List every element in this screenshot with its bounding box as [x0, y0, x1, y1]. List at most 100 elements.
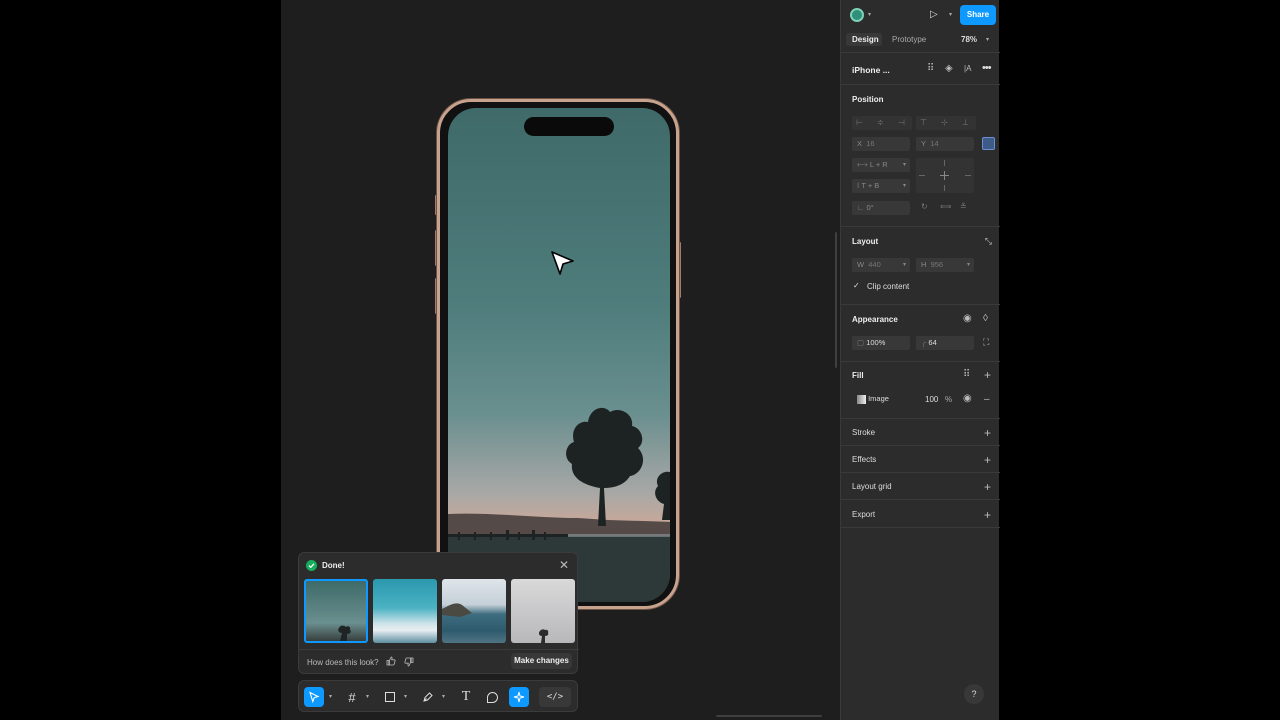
width-field[interactable]: W 440 ▾ [852, 258, 910, 272]
x-value: 16 [866, 139, 875, 148]
pen-tool-button[interactable] [418, 687, 438, 707]
rectangle-icon [385, 692, 395, 702]
stroke-title[interactable]: Stroke [852, 428, 875, 437]
tab-design[interactable]: Design [852, 35, 879, 44]
corner-radius-field[interactable]: ┌ 64 [916, 336, 974, 350]
zoom-level[interactable]: 78% [961, 35, 977, 44]
align-center-horizontal-icon[interactable]: ≑ [877, 118, 884, 127]
user-avatar[interactable] [850, 8, 864, 22]
move-tool-chevron-down-icon[interactable]: ▾ [329, 693, 332, 700]
align-right-icon[interactable]: ⊣ [898, 118, 905, 127]
width-value: 440 [868, 260, 881, 269]
align-left-icon[interactable]: ⊢ [856, 118, 863, 127]
present-chevron-down-icon[interactable]: ▾ [949, 11, 952, 18]
align-bottom-icon[interactable]: ⊥ [962, 118, 969, 127]
cursor-arrow-icon [309, 691, 320, 703]
popup-status: Done! [322, 561, 345, 570]
dev-mode-toggle[interactable]: </> [539, 687, 571, 707]
comment-tool-button[interactable] [482, 687, 502, 707]
effects-title[interactable]: Effects [852, 455, 876, 464]
zoom-chevron-down-icon[interactable]: ▾ [986, 36, 989, 43]
share-button[interactable]: Share [960, 5, 996, 25]
add-effect-icon[interactable]: + [984, 454, 991, 466]
position-title: Position [852, 95, 884, 104]
absolute-position-icon[interactable] [982, 137, 995, 150]
code-icon: </> [546, 692, 564, 702]
clip-content-checkbox[interactable]: ✓ [853, 281, 860, 290]
text-tool-button[interactable]: T [456, 687, 476, 707]
add-fill-icon[interactable]: + [984, 369, 991, 381]
thumbs-down-icon[interactable] [404, 657, 414, 670]
clip-content-label: Clip content [867, 282, 910, 291]
x-label: X [857, 139, 863, 148]
height-value: 956 [930, 260, 944, 269]
landscape-silhouette [448, 407, 670, 602]
height-label: H [921, 260, 927, 269]
comment-bubble-icon [486, 691, 498, 703]
flip-horizontal-icon[interactable]: ⟺ [940, 202, 951, 211]
frame-icon: # [348, 689, 356, 705]
thumbnail-option-4[interactable] [511, 579, 575, 643]
vertical-scrollbar[interactable] [835, 232, 837, 368]
add-stroke-icon[interactable]: + [984, 427, 991, 439]
corner-radius-value: 64 [928, 338, 937, 347]
export-title[interactable]: Export [852, 510, 875, 519]
appearance-title: Appearance [852, 315, 898, 324]
height-field[interactable]: H 956 ▾ [916, 258, 974, 272]
align-middle-icon[interactable]: ⊹ [941, 118, 948, 127]
shape-tool-chevron-down-icon[interactable]: ▾ [404, 693, 407, 700]
flip-vertical-icon[interactable]: ≚ [960, 202, 967, 211]
rotate-icon[interactable]: ↻ [921, 202, 928, 211]
iphone-frame[interactable] [437, 99, 679, 609]
sparkle-icon [513, 691, 525, 703]
horizontal-scrollbar[interactable] [716, 715, 822, 717]
frame-tool-chevron-down-icon[interactable]: ▾ [366, 693, 369, 700]
thumbs-up-icon[interactable] [386, 656, 396, 669]
text-style-icon[interactable]: |A [964, 64, 971, 73]
make-changes-button[interactable]: Make changes [511, 653, 572, 669]
fill-opacity[interactable]: 100 [925, 395, 938, 404]
avatar-chevron-down-icon[interactable]: ▾ [868, 11, 871, 18]
create-component-icon[interactable]: ◈ [945, 63, 953, 74]
frame-tool-button[interactable]: # [342, 687, 362, 707]
tab-prototype[interactable]: Prototype [892, 35, 926, 44]
constraints-widget[interactable] [916, 158, 974, 193]
move-tool-button[interactable] [304, 687, 324, 707]
ai-actions-button[interactable] [509, 687, 529, 707]
x-field[interactable]: X 16 [852, 137, 910, 151]
layout-grid-title[interactable]: Layout grid [852, 482, 892, 491]
more-options-icon[interactable]: ••• [982, 62, 992, 74]
shape-tool-button[interactable] [380, 687, 400, 707]
add-layout-grid-icon[interactable]: + [984, 481, 991, 493]
thumbnail-option-3[interactable] [442, 579, 506, 643]
horizontal-constraint-select[interactable]: ⟷ L + R ▾ [852, 158, 910, 172]
y-label: Y [921, 139, 927, 148]
image-generation-popup: Done! ✕ How does this look? Make changes [298, 552, 579, 674]
eye-icon[interactable]: ◉ [963, 313, 972, 324]
fill-type[interactable]: Image [852, 392, 918, 406]
vertical-constraint-value: T + B [861, 181, 880, 190]
phone-screen-image [448, 108, 670, 602]
fill-visibility-eye-icon[interactable]: ◉ [963, 393, 972, 404]
present-play-icon[interactable]: ▷ [930, 9, 938, 20]
pen-tool-chevron-down-icon[interactable]: ▾ [442, 693, 445, 700]
add-export-icon[interactable]: + [984, 509, 991, 521]
rotation-field[interactable]: ∟ 0° [852, 201, 910, 215]
resize-to-fit-icon[interactable]: ⤡ [985, 236, 992, 247]
align-top-icon[interactable]: ⊤ [920, 118, 927, 127]
remove-fill-icon[interactable]: – [984, 394, 990, 405]
opacity-field[interactable]: ▢ 100% [852, 336, 910, 350]
fill-type-value: Image [868, 394, 889, 403]
fill-title: Fill [852, 371, 864, 380]
layer-name[interactable]: iPhone ... [852, 65, 890, 75]
help-button[interactable]: ? [964, 684, 984, 704]
close-icon[interactable]: ✕ [559, 558, 569, 572]
independent-corners-icon[interactable]: ⛶ [983, 337, 989, 348]
component-grid-icon[interactable]: ⠿ [927, 63, 934, 74]
thumbnail-option-1[interactable] [304, 579, 368, 643]
thumbnail-option-2[interactable] [373, 579, 437, 643]
y-field[interactable]: Y 14 [916, 137, 974, 151]
vertical-constraint-select[interactable]: Ⅰ T + B ▾ [852, 179, 910, 193]
blend-mode-icon[interactable]: ◊ [983, 313, 988, 324]
style-grid-icon[interactable]: ⠿ [963, 369, 970, 380]
